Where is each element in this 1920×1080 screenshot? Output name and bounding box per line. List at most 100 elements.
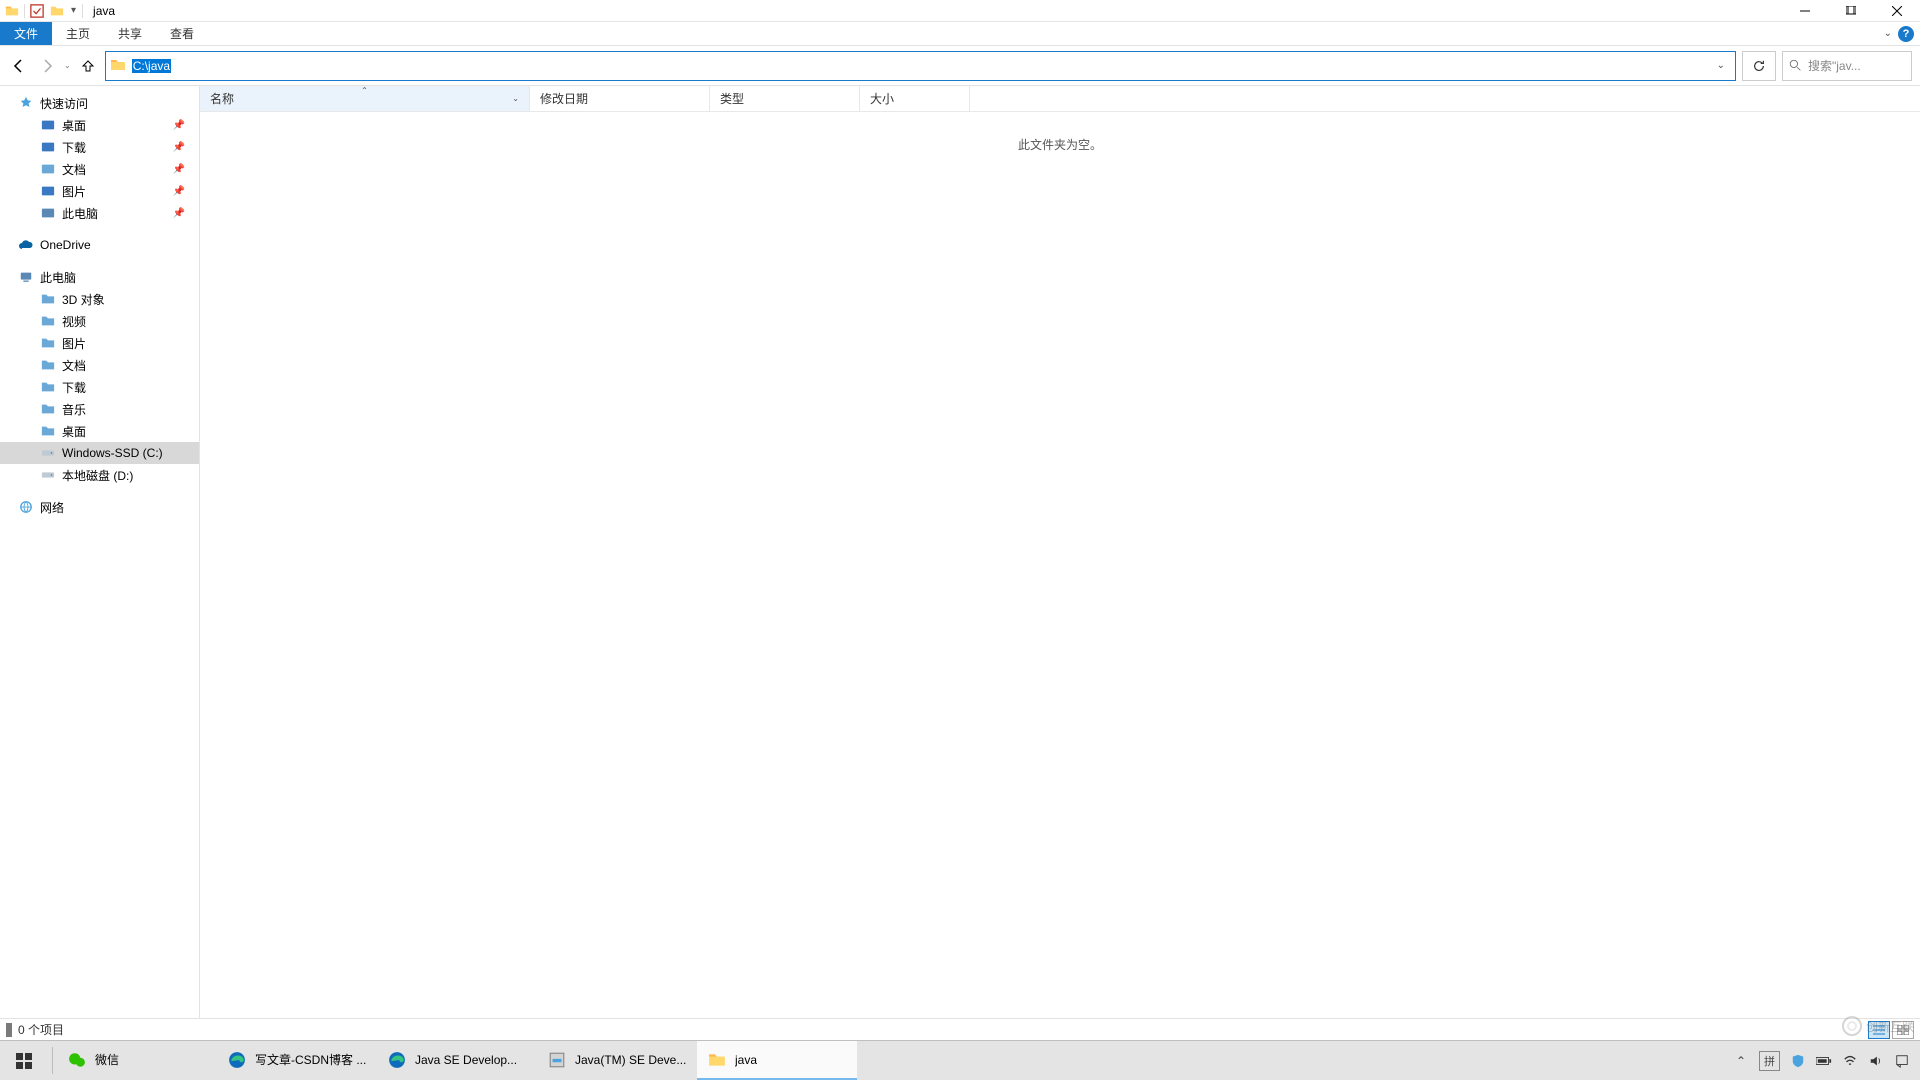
taskbar-task[interactable]: Java SE Develop... bbox=[377, 1041, 537, 1080]
tray-security-icon[interactable] bbox=[1790, 1053, 1806, 1069]
status-bar: 0 个项目 bbox=[0, 1018, 1920, 1040]
watermark: 创新互联 bbox=[1842, 1016, 1914, 1036]
refresh-button[interactable] bbox=[1742, 51, 1776, 81]
taskbar-task[interactable]: 微信 bbox=[57, 1041, 217, 1080]
help-icon[interactable]: ? bbox=[1898, 26, 1914, 42]
folder-icon bbox=[40, 183, 56, 199]
sidebar-pc-item[interactable]: 音乐 bbox=[0, 398, 199, 420]
tab-view[interactable]: 查看 bbox=[156, 22, 208, 45]
folder-icon bbox=[110, 57, 128, 75]
quick-access-toolbar: ▾ bbox=[0, 3, 87, 19]
column-size[interactable]: 大小 bbox=[860, 86, 970, 111]
sidebar-pc-item[interactable]: 下载 bbox=[0, 376, 199, 398]
wechat-icon bbox=[67, 1050, 87, 1070]
maximize-button[interactable] bbox=[1828, 0, 1874, 22]
folder-icon bbox=[40, 139, 56, 155]
item-count: 0 个项目 bbox=[18, 1021, 64, 1038]
column-name[interactable]: ⌃ 名称 ⌄ bbox=[200, 86, 530, 111]
tab-home[interactable]: 主页 bbox=[52, 22, 104, 45]
folder-icon bbox=[40, 117, 56, 133]
back-button[interactable] bbox=[8, 55, 30, 77]
tab-file[interactable]: 文件 bbox=[0, 22, 52, 45]
up-button[interactable] bbox=[77, 55, 99, 77]
close-button[interactable] bbox=[1874, 0, 1920, 22]
sidebar-pc-item[interactable]: 文档 bbox=[0, 354, 199, 376]
search-box[interactable]: 搜索"jav... bbox=[1782, 51, 1912, 81]
body: 快速访问 桌面📌下载📌文档📌图片📌此电脑📌 OneDrive 此电脑 3D 对象… bbox=[0, 86, 1920, 1040]
content-pane: ⌃ 名称 ⌄ 修改日期 类型 大小 此文件夹为空。 bbox=[200, 86, 1920, 1040]
taskbar-separator bbox=[52, 1047, 53, 1074]
empty-folder-text: 此文件夹为空。 bbox=[200, 112, 1920, 153]
address-bar[interactable]: C:\java ⌄ bbox=[105, 51, 1736, 81]
sidebar-quick-item[interactable]: 图片📌 bbox=[0, 180, 199, 202]
edge-icon bbox=[227, 1050, 247, 1070]
sidebar-pc-item[interactable]: 3D 对象 bbox=[0, 288, 199, 310]
navigation-pane: 快速访问 桌面📌下载📌文档📌图片📌此电脑📌 OneDrive 此电脑 3D 对象… bbox=[0, 86, 200, 1040]
column-type[interactable]: 类型 bbox=[710, 86, 860, 111]
watermark-logo-icon bbox=[1842, 1016, 1862, 1036]
search-icon bbox=[1789, 59, 1802, 72]
tray-notifications-icon[interactable] bbox=[1894, 1053, 1910, 1069]
taskbar-task[interactable]: 写文章-CSDN博客 ... bbox=[217, 1041, 377, 1080]
pin-icon: 📌 bbox=[173, 208, 185, 219]
taskbar-task[interactable]: java bbox=[697, 1041, 857, 1080]
sidebar-network[interactable]: 网络 bbox=[0, 496, 199, 518]
folder-icon bbox=[40, 335, 56, 351]
sidebar-quick-item[interactable]: 桌面📌 bbox=[0, 114, 199, 136]
folder-icon bbox=[40, 205, 56, 221]
folder-icon bbox=[40, 423, 56, 439]
minimize-button[interactable] bbox=[1782, 0, 1828, 22]
folder-icon bbox=[40, 161, 56, 177]
folder-icon bbox=[40, 357, 56, 373]
status-handle bbox=[6, 1023, 12, 1037]
drive-icon bbox=[40, 467, 56, 483]
sidebar-quick-access[interactable]: 快速访问 bbox=[0, 92, 199, 114]
forward-button[interactable] bbox=[36, 55, 58, 77]
tab-share[interactable]: 共享 bbox=[104, 22, 156, 45]
taskbar-task[interactable]: Java(TM) SE Deve... bbox=[537, 1041, 697, 1080]
window-title: java bbox=[87, 4, 115, 18]
history-dropdown-icon[interactable]: ⌄ bbox=[64, 61, 71, 70]
qat-dropdown-icon[interactable]: ▾ bbox=[69, 5, 78, 16]
start-button[interactable] bbox=[0, 1041, 48, 1080]
sidebar-pc-item[interactable]: 桌面 bbox=[0, 420, 199, 442]
tray-chevron-icon[interactable]: ⌃ bbox=[1733, 1053, 1749, 1069]
sidebar-quick-item[interactable]: 下载📌 bbox=[0, 136, 199, 158]
sidebar-pc-item[interactable]: 本地磁盘 (D:) bbox=[0, 464, 199, 486]
search-placeholder: 搜索"jav... bbox=[1808, 57, 1861, 74]
sidebar-pc-item[interactable]: Windows-SSD (C:) bbox=[0, 442, 199, 464]
sidebar-quick-item[interactable]: 文档📌 bbox=[0, 158, 199, 180]
tray-battery-icon[interactable] bbox=[1816, 1053, 1832, 1069]
edge-icon bbox=[387, 1050, 407, 1070]
column-date[interactable]: 修改日期 bbox=[530, 86, 710, 111]
folder-icon bbox=[707, 1050, 727, 1070]
pin-icon: 📌 bbox=[173, 186, 185, 197]
separator bbox=[24, 4, 25, 18]
ime-indicator[interactable]: 拼 bbox=[1759, 1051, 1780, 1071]
star-icon bbox=[18, 95, 34, 111]
new-folder-icon[interactable] bbox=[49, 3, 65, 19]
cloud-icon bbox=[18, 237, 34, 253]
tray-wifi-icon[interactable] bbox=[1842, 1053, 1858, 1069]
sidebar-pc-item[interactable]: 视频 bbox=[0, 310, 199, 332]
sidebar-this-pc[interactable]: 此电脑 bbox=[0, 266, 199, 288]
folder-icon bbox=[40, 401, 56, 417]
address-dropdown-icon[interactable]: ⌄ bbox=[1711, 60, 1731, 71]
address-path[interactable]: C:\java bbox=[132, 59, 171, 73]
properties-icon[interactable] bbox=[29, 3, 45, 19]
tray-volume-icon[interactable] bbox=[1868, 1053, 1884, 1069]
pc-icon bbox=[18, 269, 34, 285]
ribbon-expand-icon[interactable]: ⌄ bbox=[1884, 28, 1892, 39]
separator bbox=[82, 4, 83, 18]
sort-asc-icon: ⌃ bbox=[361, 86, 368, 95]
folder-icon bbox=[40, 379, 56, 395]
sidebar-quick-item[interactable]: 此电脑📌 bbox=[0, 202, 199, 224]
sidebar-pc-item[interactable]: 图片 bbox=[0, 332, 199, 354]
installer-icon bbox=[547, 1050, 567, 1070]
ribbon-tabs: 文件 主页 共享 查看 ⌄ ? bbox=[0, 22, 1920, 46]
sidebar-onedrive[interactable]: OneDrive bbox=[0, 234, 199, 256]
folder-icon bbox=[40, 291, 56, 307]
column-dropdown-icon[interactable]: ⌄ bbox=[512, 94, 519, 103]
pin-icon: 📌 bbox=[173, 142, 185, 153]
pin-icon: 📌 bbox=[173, 120, 185, 131]
